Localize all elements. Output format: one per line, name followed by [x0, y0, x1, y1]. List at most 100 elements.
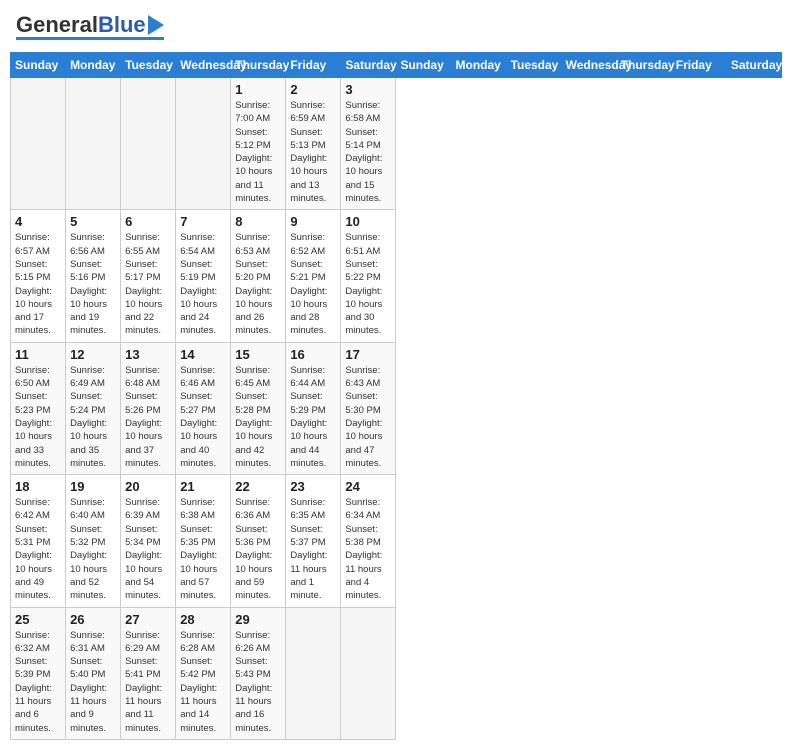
calendar-day-cell: 12Sunrise: 6:49 AM Sunset: 5:24 PM Dayli… — [66, 342, 121, 474]
col-header-saturday: Saturday — [726, 53, 781, 78]
day-number: 15 — [235, 347, 281, 362]
day-number: 24 — [345, 479, 391, 494]
calendar-day-cell: 20 Sunrise: 6:39 AM Sunset: 5:34 PM Dayli… — [121, 475, 176, 607]
calendar-day-cell: 4Sunrise: 6:57 AM Sunset: 5:15 PM Daylig… — [11, 210, 66, 342]
calendar-day-cell — [121, 78, 176, 210]
calendar-day-cell: 5 Sunrise: 6:56 AM Sunset: 5:16 PM Daylig… — [66, 210, 121, 342]
logo-blue: Blue — [98, 14, 146, 36]
day-detail: Sunrise: 6:36 AM Sunset: 5:36 PM Dayligh… — [235, 496, 281, 602]
day-number: 22 — [235, 479, 281, 494]
calendar-day-cell — [341, 607, 396, 739]
calendar-day-cell — [176, 78, 231, 210]
calendar-day-cell: 19 Sunrise: 6:40 AM Sunset: 5:32 PM Dayli… — [66, 475, 121, 607]
day-detail: Sunrise: 6:29 AM Sunset: 5:41 PM Dayligh… — [125, 629, 171, 735]
day-number: 26 — [70, 612, 116, 627]
calendar-day-cell: 3Sunrise: 6:58 AM Sunset: 5:14 PM Daylig… — [341, 78, 396, 210]
day-detail: Sunrise: 6:44 AM Sunset: 5:29 PM Dayligh… — [290, 364, 336, 470]
col-header-sunday: Sunday — [396, 53, 451, 78]
day-detail: Sunrise: 6:32 AM Sunset: 5:39 PM Dayligh… — [15, 629, 61, 735]
day-number: 17 — [345, 347, 391, 362]
calendar-day-cell: 2Sunrise: 6:59 AM Sunset: 5:13 PM Daylig… — [286, 78, 341, 210]
day-detail: Sunrise: 6:57 AM Sunset: 5:15 PM Dayligh… — [15, 231, 61, 337]
calendar-day-cell — [66, 78, 121, 210]
day-number: 8 — [235, 214, 281, 229]
day-number: 19 — [70, 479, 116, 494]
header-sunday: Sunday — [11, 53, 66, 78]
day-detail: Sunrise: 6:55 AM Sunset: 5:17 PM Dayligh… — [125, 231, 171, 337]
day-number: 10 — [345, 214, 391, 229]
calendar-day-cell: 21 Sunrise: 6:38 AM Sunset: 5:35 PM Dayli… — [176, 475, 231, 607]
day-detail: Sunrise: 6:46 AM Sunset: 5:27 PM Dayligh… — [180, 364, 226, 470]
day-number: 11 — [15, 347, 61, 362]
day-detail: Sunrise: 6:42 AM Sunset: 5:31 PM Dayligh… — [15, 496, 61, 602]
day-detail: Sunrise: 6:38 AM Sunset: 5:35 PM Dayligh… — [180, 496, 226, 602]
logo-general: General — [16, 14, 98, 36]
calendar-week-row: 25 Sunrise: 6:32 AM Sunset: 5:39 PM Dayli… — [11, 607, 782, 739]
day-detail: Sunrise: 6:56 AM Sunset: 5:16 PM Dayligh… — [70, 231, 116, 337]
calendar-day-cell: 18 Sunrise: 6:42 AM Sunset: 5:31 PM Dayli… — [11, 475, 66, 607]
header-tuesday: Tuesday — [121, 53, 176, 78]
header-thursday: Thursday — [231, 53, 286, 78]
day-detail: Sunrise: 6:58 AM Sunset: 5:14 PM Dayligh… — [345, 99, 391, 205]
col-header-tuesday: Tuesday — [506, 53, 561, 78]
day-detail: Sunrise: 6:48 AM Sunset: 5:26 PM Dayligh… — [125, 364, 171, 470]
day-number: 9 — [290, 214, 336, 229]
calendar-day-cell: 9 Sunrise: 6:52 AM Sunset: 5:21 PM Daylig… — [286, 210, 341, 342]
day-detail: Sunrise: 6:59 AM Sunset: 5:13 PM Dayligh… — [290, 99, 336, 205]
day-number: 27 — [125, 612, 171, 627]
calendar-day-cell: 13 Sunrise: 6:48 AM Sunset: 5:26 PM Dayli… — [121, 342, 176, 474]
calendar-day-cell: 10 Sunrise: 6:51 AM Sunset: 5:22 PM Dayli… — [341, 210, 396, 342]
logo-arrow-icon — [148, 15, 164, 35]
day-number: 12 — [70, 347, 116, 362]
day-number: 21 — [180, 479, 226, 494]
day-detail: Sunrise: 6:45 AM Sunset: 5:28 PM Dayligh… — [235, 364, 281, 470]
day-detail: Sunrise: 6:31 AM Sunset: 5:40 PM Dayligh… — [70, 629, 116, 735]
day-number: 18 — [15, 479, 61, 494]
calendar-day-cell — [286, 607, 341, 739]
day-detail: Sunrise: 6:26 AM Sunset: 5:43 PM Dayligh… — [235, 629, 281, 735]
col-header-thursday: Thursday — [616, 53, 671, 78]
calendar-week-row: 18 Sunrise: 6:42 AM Sunset: 5:31 PM Dayli… — [11, 475, 782, 607]
day-detail: Sunrise: 6:40 AM Sunset: 5:32 PM Dayligh… — [70, 496, 116, 602]
calendar-day-cell: 14 Sunrise: 6:46 AM Sunset: 5:27 PM Dayli… — [176, 342, 231, 474]
logo: General Blue — [16, 14, 164, 40]
page-header: General Blue — [10, 10, 782, 44]
day-detail: Sunrise: 6:54 AM Sunset: 5:19 PM Dayligh… — [180, 231, 226, 337]
calendar-day-cell: 7 Sunrise: 6:54 AM Sunset: 5:19 PM Daylig… — [176, 210, 231, 342]
calendar-week-row: 4Sunrise: 6:57 AM Sunset: 5:15 PM Daylig… — [11, 210, 782, 342]
day-detail: Sunrise: 6:50 AM Sunset: 5:23 PM Dayligh… — [15, 364, 61, 470]
day-detail: Sunrise: 6:28 AM Sunset: 5:42 PM Dayligh… — [180, 629, 226, 735]
col-header-friday: Friday — [671, 53, 726, 78]
logo-underline — [16, 37, 164, 40]
day-detail: Sunrise: 6:43 AM Sunset: 5:30 PM Dayligh… — [345, 364, 391, 470]
day-number: 20 — [125, 479, 171, 494]
day-detail: Sunrise: 6:34 AM Sunset: 5:38 PM Dayligh… — [345, 496, 391, 602]
day-number: 6 — [125, 214, 171, 229]
calendar-day-cell: 6 Sunrise: 6:55 AM Sunset: 5:17 PM Daylig… — [121, 210, 176, 342]
calendar-day-cell: 1 Sunrise: 7:00 AM Sunset: 5:12 PM Daylig… — [231, 78, 286, 210]
day-detail: Sunrise: 6:53 AM Sunset: 5:20 PM Dayligh… — [235, 231, 281, 337]
day-detail: Sunrise: 6:51 AM Sunset: 5:22 PM Dayligh… — [345, 231, 391, 337]
day-number: 28 — [180, 612, 226, 627]
header-friday: Friday — [286, 53, 341, 78]
day-number: 13 — [125, 347, 171, 362]
calendar-day-cell: 25 Sunrise: 6:32 AM Sunset: 5:39 PM Dayli… — [11, 607, 66, 739]
day-detail: Sunrise: 7:00 AM Sunset: 5:12 PM Dayligh… — [235, 99, 281, 205]
calendar-day-cell: 16 Sunrise: 6:44 AM Sunset: 5:29 PM Dayli… — [286, 342, 341, 474]
day-number: 5 — [70, 214, 116, 229]
day-number: 7 — [180, 214, 226, 229]
calendar-day-cell: 17 Sunrise: 6:43 AM Sunset: 5:30 PM Dayli… — [341, 342, 396, 474]
day-number: 14 — [180, 347, 226, 362]
day-number: 1 — [235, 82, 281, 97]
day-detail: Sunrise: 6:52 AM Sunset: 5:21 PM Dayligh… — [290, 231, 336, 337]
day-number: 29 — [235, 612, 281, 627]
calendar-week-row: 1 Sunrise: 7:00 AM Sunset: 5:12 PM Daylig… — [11, 78, 782, 210]
calendar-day-cell: 29 Sunrise: 6:26 AM Sunset: 5:43 PM Dayli… — [231, 607, 286, 739]
calendar-day-cell: 8 Sunrise: 6:53 AM Sunset: 5:20 PM Daylig… — [231, 210, 286, 342]
calendar-day-cell: 28 Sunrise: 6:28 AM Sunset: 5:42 PM Dayli… — [176, 607, 231, 739]
header-monday: Monday — [66, 53, 121, 78]
day-number: 25 — [15, 612, 61, 627]
calendar-week-row: 11 Sunrise: 6:50 AM Sunset: 5:23 PM Dayli… — [11, 342, 782, 474]
day-number: 16 — [290, 347, 336, 362]
day-detail: Sunrise: 6:39 AM Sunset: 5:34 PM Dayligh… — [125, 496, 171, 602]
